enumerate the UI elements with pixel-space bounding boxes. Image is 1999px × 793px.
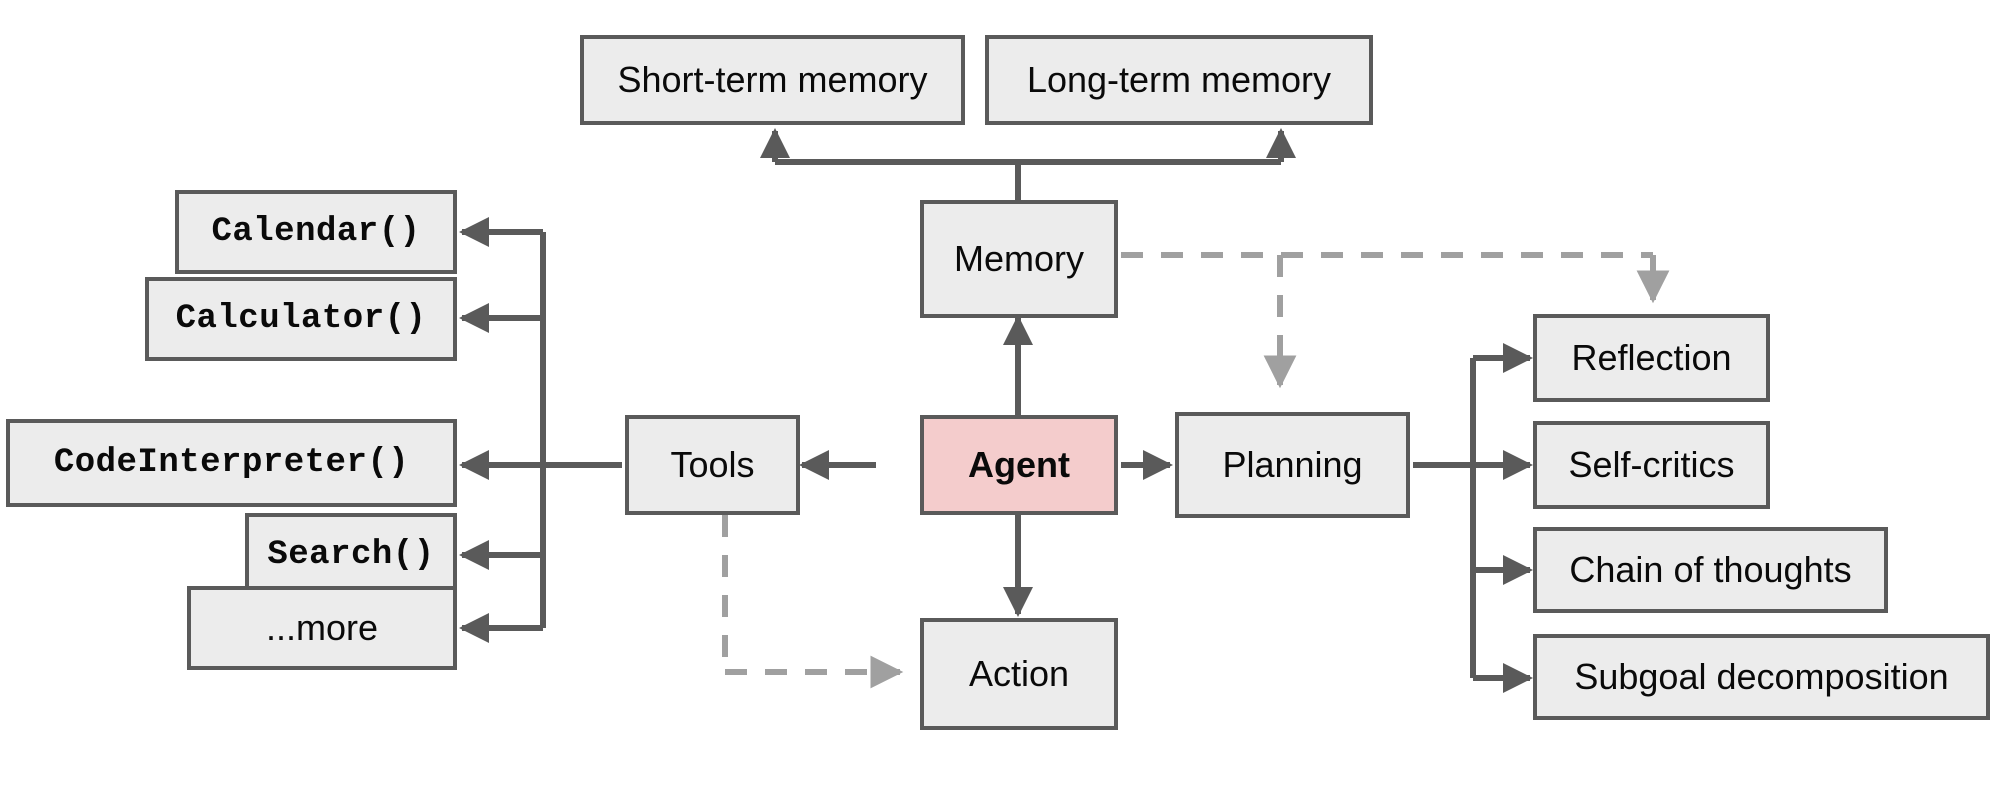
node-self-critics[interactable]: Self-critics [1533,421,1770,509]
node-label: Planning [1222,444,1363,485]
node-label: Long-term memory [1026,59,1332,100]
node-label: Short-term memory [617,59,928,100]
node-search-tool[interactable]: Search() [245,513,457,597]
node-label: Reflection [1571,337,1732,378]
node-tools[interactable]: Tools [625,415,800,515]
node-planning[interactable]: Planning [1175,412,1410,518]
node-short-term-memory[interactable]: Short-term memory [580,35,965,125]
node-calendar-tool[interactable]: Calendar() [175,190,457,274]
node-agent[interactable]: Agent [920,415,1118,515]
node-label: ...more [265,607,379,648]
node-calculator-tool[interactable]: Calculator() [145,277,457,361]
node-more-tools[interactable]: ...more [187,586,457,670]
diagram-canvas: Short-term memory Long-term memory Memor… [0,0,1999,793]
node-label: Action [968,653,1070,694]
node-subgoal-decomposition[interactable]: Subgoal decomposition [1533,634,1990,720]
node-label: Calendar() [211,213,421,251]
node-memory[interactable]: Memory [920,200,1118,318]
node-action[interactable]: Action [920,618,1118,730]
node-label: Tools [670,444,755,485]
node-label: Subgoal decomposition [1574,656,1949,697]
node-label: Search() [267,536,435,574]
node-label: Chain of thoughts [1569,549,1852,590]
node-chain-of-thoughts[interactable]: Chain of thoughts [1533,527,1888,613]
node-label: CodeInterpreter() [53,444,410,482]
node-long-term-memory[interactable]: Long-term memory [985,35,1373,125]
node-label: Memory [953,238,1084,279]
node-label: Agent [968,444,1070,485]
node-label: Calculator() [175,300,427,338]
node-reflection[interactable]: Reflection [1533,314,1770,402]
node-label: Self-critics [1568,444,1735,485]
node-code-interpreter-tool[interactable]: CodeInterpreter() [6,419,457,507]
